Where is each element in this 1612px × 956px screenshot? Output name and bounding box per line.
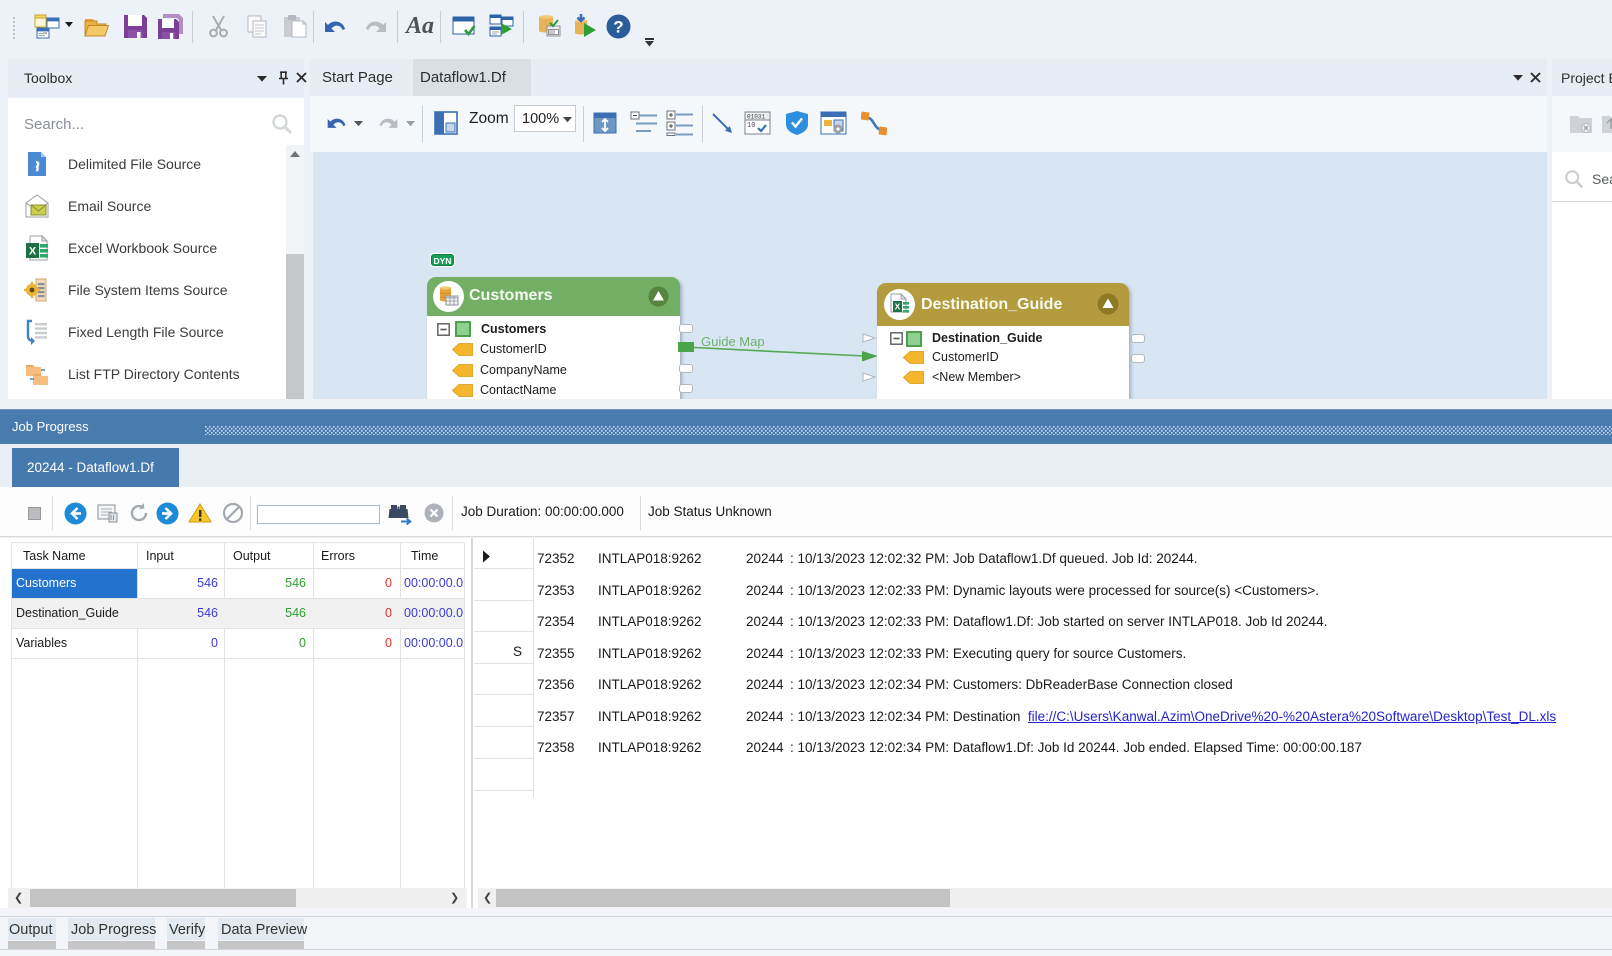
svg-text:?: ? (613, 18, 623, 37)
svg-text:01031: 01031 (747, 114, 765, 121)
svg-text:10: 10 (747, 122, 755, 130)
svg-text:X: X (895, 302, 901, 312)
svg-text:X: X (29, 246, 37, 258)
